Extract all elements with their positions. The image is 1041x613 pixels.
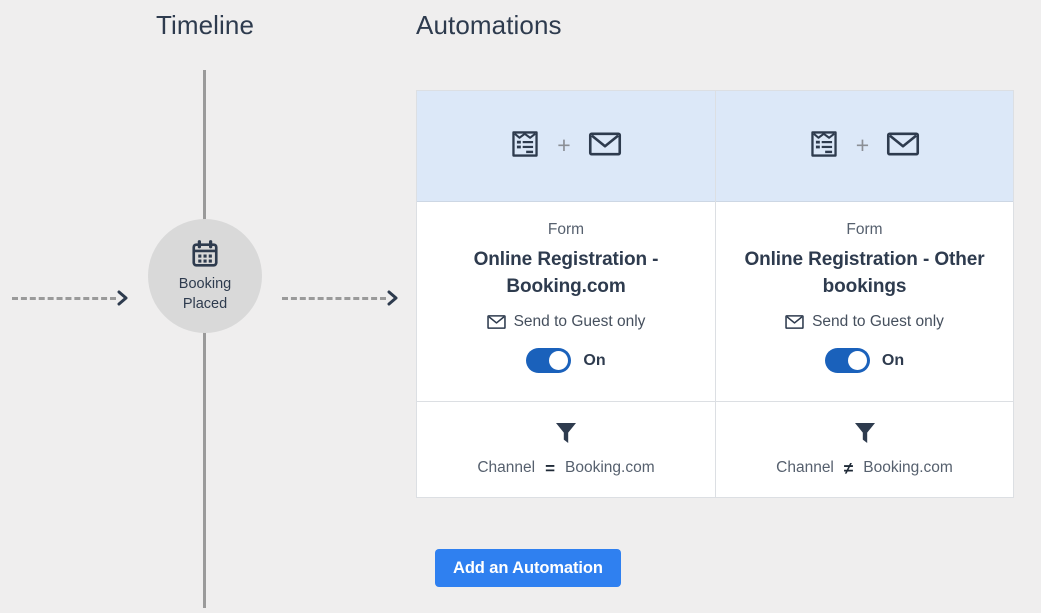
automation-card-body: Form Online Registration - Other booking…: [716, 202, 1013, 402]
automation-filter-operator: =: [545, 458, 556, 478]
automation-filter-value: Booking.com: [863, 459, 953, 476]
form-icon: [809, 129, 839, 164]
timeline-column-title: Timeline: [155, 10, 255, 40]
timeline-node-label-line2: Placed: [182, 295, 228, 312]
automation-toggle-row: On: [824, 348, 905, 373]
automation-filter-field: Channel: [776, 459, 834, 476]
timeline-vertical-line: [203, 70, 206, 608]
automation-kind: Form: [547, 221, 585, 238]
timeline-connector-incoming: [12, 288, 130, 308]
envelope-icon: [588, 130, 622, 163]
automation-filter-field: Channel: [477, 459, 536, 476]
automation-recipient-label: Send to Guest only: [812, 313, 944, 330]
add-automation-button[interactable]: Add an Automation: [435, 549, 621, 587]
automation-filter-expression: Channel ≠ Booking.com: [776, 459, 953, 477]
automation-enabled-toggle[interactable]: [526, 348, 572, 373]
form-icon: [510, 129, 540, 164]
toggle-knob: [847, 351, 867, 370]
automation-name: Online Registration - Booking.com: [473, 249, 659, 297]
automation-filter-value: Booking.com: [565, 459, 655, 476]
automation-card-body: Form Online Registration - Booking.com S…: [417, 202, 715, 402]
timeline-node-booking-placed[interactable]: Booking Placed: [148, 219, 262, 333]
automations-grid: + Form Online Registration - Booking.com…: [416, 90, 1014, 498]
plus-icon: +: [557, 131, 571, 158]
envelope-icon: [486, 314, 506, 330]
automation-name: Online Registration - Other bookings: [744, 249, 985, 297]
timeline-connector-outgoing: [282, 288, 400, 308]
arrow-right-icon: [387, 290, 400, 306]
automation-card[interactable]: + Form Online Registration - Other booki…: [715, 91, 1013, 497]
envelope-icon: [785, 314, 804, 330]
automation-card[interactable]: + Form Online Registration - Booking.com…: [417, 91, 715, 497]
automation-toggle-row: On: [526, 348, 606, 373]
automation-recipient-label: Send to Guest only: [513, 313, 646, 330]
timeline-node-label-line1: Booking: [178, 275, 232, 292]
toggle-knob: [549, 351, 569, 370]
automation-recipient: Send to Guest only: [486, 312, 646, 332]
calendar-icon: [190, 239, 220, 269]
automation-enabled-toggle[interactable]: [824, 348, 870, 373]
automation-filter-expression: Channel = Booking.com: [477, 459, 654, 477]
funnel-icon: [853, 420, 877, 446]
dashed-line: [12, 296, 116, 300]
automation-filter: Channel ≠ Booking.com: [716, 402, 1013, 497]
automation-toggle-state: On: [583, 351, 606, 369]
automation-card-header: +: [716, 91, 1013, 202]
automations-column-title: Automations: [416, 10, 562, 40]
plus-icon: +: [855, 131, 870, 158]
dashed-line: [282, 296, 386, 300]
automation-card-header: +: [417, 91, 715, 202]
automation-filter-operator: ≠: [843, 458, 854, 478]
automation-recipient: Send to Guest only: [785, 312, 944, 332]
automation-toggle-state: On: [881, 351, 905, 369]
timeline-node-label: Booking Placed: [179, 274, 231, 314]
envelope-icon: [886, 130, 920, 163]
automation-filter: Channel = Booking.com: [417, 402, 715, 497]
automation-kind: Form: [846, 221, 883, 238]
funnel-icon: [554, 420, 578, 446]
arrow-right-icon: [117, 290, 130, 306]
